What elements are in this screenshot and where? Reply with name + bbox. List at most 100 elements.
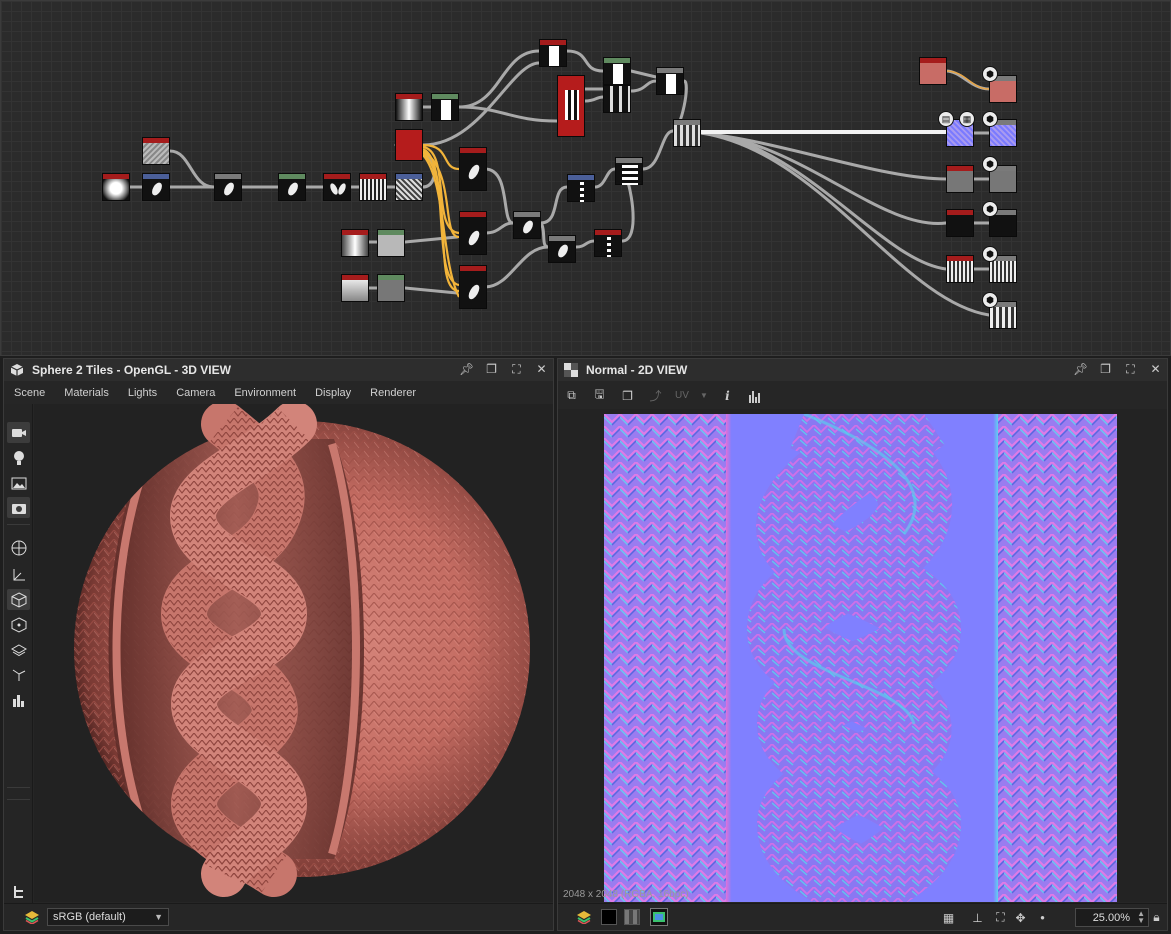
- display-rgb-icon[interactable]: [650, 908, 668, 926]
- center-view-icon[interactable]: ✥: [1012, 909, 1029, 926]
- colorspace-dropdown[interactable]: sRGB (default) ▼: [47, 908, 169, 926]
- menu-bar-3d: Scene Materials Lights Camera Environmen…: [4, 382, 553, 404]
- statusbar-3d: sRGB (default) ▼: [4, 903, 553, 930]
- info-icon[interactable]: i: [719, 387, 736, 404]
- graph-node-blend-b[interactable]: [603, 85, 631, 113]
- panel-3d-view: Sphere 2 Tiles - OpenGL - 3D VIEW 📌︎ ❐ ⛶…: [3, 358, 554, 931]
- camera-icon[interactable]: [7, 422, 30, 443]
- graph-node-height-blend[interactable]: [673, 119, 701, 147]
- output-cube-icon: ⬢: [982, 292, 998, 308]
- graph-node-gradient[interactable]: [395, 93, 423, 121]
- zoom-dot-icon[interactable]: ●: [1034, 909, 1051, 926]
- lock-icon[interactable]: 🔒︎: [1148, 909, 1165, 926]
- graph-node-tile-b[interactable]: [594, 229, 622, 257]
- grid-icon[interactable]: ▦: [940, 909, 957, 926]
- histogram-icon[interactable]: [747, 387, 764, 404]
- light-bulb-icon[interactable]: [7, 447, 30, 468]
- graph-node-tile-c[interactable]: [615, 157, 643, 185]
- node-graph-canvas[interactable]: ⬢ ▤ ▦ ⬢ ⬢ ⬢ ⬢ ⬢: [0, 0, 1171, 356]
- graph-node-tile-a[interactable]: [567, 174, 595, 202]
- fit-frame-icon[interactable]: ⛶: [992, 909, 1009, 926]
- chevron-down-icon: ▼: [154, 912, 163, 922]
- color-layers-icon[interactable]: [576, 910, 592, 924]
- uv-dropdown[interactable]: UV: [675, 390, 689, 401]
- pin-icon[interactable]: 📌︎: [459, 362, 474, 377]
- tangent-icon[interactable]: [7, 664, 30, 685]
- fit-view-icon[interactable]: ⧉: [563, 387, 580, 404]
- panel-2d-view: Normal - 2D VIEW 📌︎ ❐ ⛶ ✕ ⧉ 🖫︎ ❐ ⤴ UV ▼ …: [557, 358, 1168, 931]
- graph-node-uniform-a[interactable]: [377, 229, 405, 257]
- graph-node-blend-a[interactable]: [603, 57, 631, 85]
- menu-lights[interactable]: Lights: [128, 387, 157, 399]
- graph-node-transform[interactable]: [142, 173, 170, 201]
- graph-node-blend-d[interactable]: [513, 211, 541, 239]
- save-icon[interactable]: 🖫︎: [591, 387, 608, 404]
- graph-node-shape[interactable]: [102, 173, 130, 201]
- graph-node-pattern[interactable]: [395, 173, 423, 201]
- graph-node-warp[interactable]: [278, 173, 306, 201]
- color-layers-icon[interactable]: [24, 910, 40, 924]
- environment-image-icon[interactable]: [7, 472, 30, 493]
- graph-node-metallic[interactable]: [946, 209, 974, 237]
- cube-edges-icon[interactable]: [7, 614, 30, 635]
- document-icon: ▤: [938, 111, 954, 127]
- graph-node-gradient-c[interactable]: [341, 274, 369, 302]
- statusbar-2d: ▦ ⊥ ⛶ ✥ ● 25.00% ▲ ▼ 🔒︎: [558, 903, 1167, 930]
- menu-camera[interactable]: Camera: [176, 387, 215, 399]
- graph-node-bitmap[interactable]: [557, 75, 585, 137]
- knit-sphere-render: [74, 404, 530, 897]
- screenshot-icon[interactable]: [7, 497, 30, 518]
- zoom-input[interactable]: 25.00% ▲ ▼: [1075, 908, 1149, 927]
- hierarchy-icon[interactable]: [7, 881, 30, 902]
- viewport-3d[interactable]: [34, 404, 553, 902]
- menu-materials[interactable]: Materials: [64, 387, 109, 399]
- export-icon[interactable]: ⤴: [647, 387, 664, 404]
- close-icon[interactable]: ✕: [1148, 362, 1163, 377]
- maximize-icon[interactable]: ⛶: [1123, 362, 1138, 377]
- graph-node-blend-e[interactable]: [548, 235, 576, 263]
- pixel-picker-icon[interactable]: ⊥: [969, 909, 986, 926]
- close-icon[interactable]: ✕: [534, 362, 549, 377]
- graph-node-trans-b[interactable]: [459, 211, 487, 255]
- graph-node-mask[interactable]: [539, 39, 567, 67]
- graph-node-levels[interactable]: [431, 93, 459, 121]
- panel-2d-titlebar[interactable]: Normal - 2D VIEW 📌︎ ❐ ⛶ ✕: [558, 359, 1167, 381]
- mesh-cube-icon[interactable]: [7, 589, 30, 610]
- checker-icon: [564, 363, 578, 377]
- viewport-2d[interactable]: 2048 x 2048 (RGBA, 16bpc): [558, 409, 1167, 902]
- menu-display[interactable]: Display: [315, 387, 351, 399]
- histogram-icon[interactable]: [7, 689, 30, 710]
- toolbar-3d-left: [4, 404, 33, 930]
- panel-3d-titlebar[interactable]: Sphere 2 Tiles - OpenGL - 3D VIEW 📌︎ ❐ ⛶…: [4, 359, 553, 381]
- graph-node-blend-c[interactable]: [656, 67, 684, 95]
- black-background-swatch[interactable]: [601, 909, 617, 925]
- pin-icon[interactable]: 📌︎: [1073, 362, 1088, 377]
- graph-node-splatter[interactable]: [395, 129, 423, 161]
- graph-node-roughness[interactable]: [946, 165, 974, 193]
- menu-environment[interactable]: Environment: [234, 387, 296, 399]
- layers-icon[interactable]: [7, 639, 30, 660]
- zoom-value: 25.00%: [1092, 911, 1130, 924]
- graph-node-basecolor-input[interactable]: [919, 57, 947, 85]
- graph-node-uniform-b[interactable]: [377, 274, 405, 302]
- checker-background-swatch[interactable]: [624, 909, 640, 925]
- graph-node-mirror[interactable]: [323, 173, 351, 201]
- graph-node-trans-c[interactable]: [459, 265, 487, 309]
- maximize-icon[interactable]: ⛶: [509, 362, 524, 377]
- axis-gizmo-icon[interactable]: [7, 564, 30, 585]
- graph-node-gradient-b[interactable]: [341, 229, 369, 257]
- graph-node-noise[interactable]: [142, 137, 170, 165]
- copy-icon[interactable]: ❐: [619, 387, 636, 404]
- restore-icon[interactable]: ❐: [484, 362, 499, 377]
- graph-node-tile-sampler[interactable]: [359, 173, 387, 201]
- panel-title: Normal - 2D VIEW: [586, 363, 688, 377]
- chevron-down-icon: ▼: [699, 391, 708, 400]
- graph-node-height[interactable]: [946, 255, 974, 283]
- zoom-stepper-icon[interactable]: ▲ ▼: [1137, 910, 1145, 925]
- menu-scene[interactable]: Scene: [14, 387, 45, 399]
- menu-renderer[interactable]: Renderer: [370, 387, 416, 399]
- wireframe-grid-icon[interactable]: [7, 537, 30, 558]
- graph-node-blend[interactable]: [214, 173, 242, 201]
- graph-node-trans-a[interactable]: [459, 147, 487, 191]
- restore-icon[interactable]: ❐: [1098, 362, 1113, 377]
